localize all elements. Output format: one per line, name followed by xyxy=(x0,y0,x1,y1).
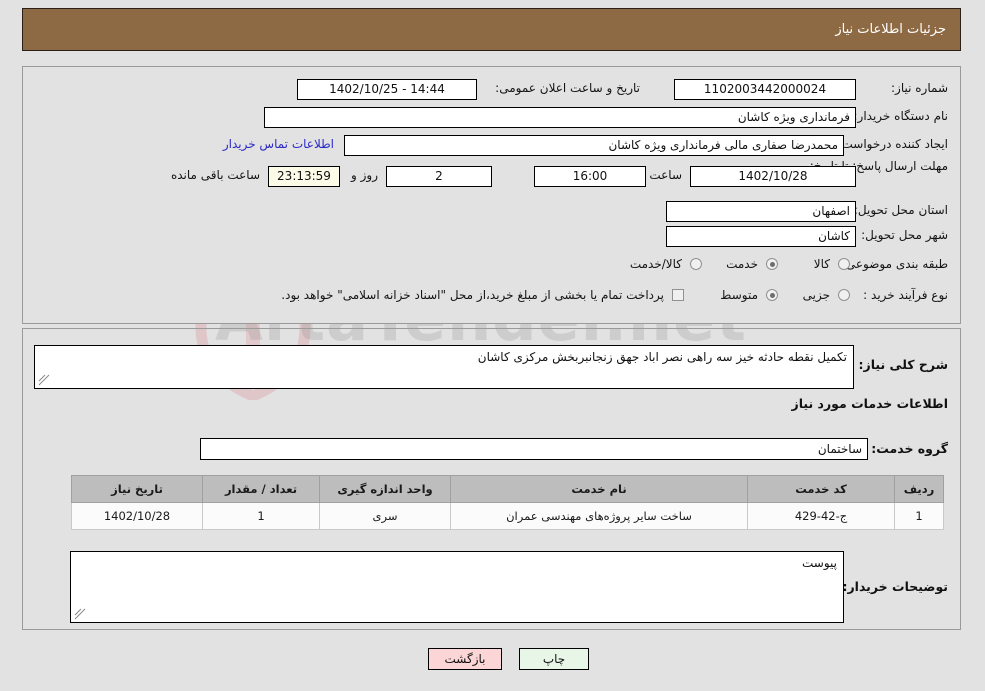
col-radif: ردیف xyxy=(894,475,944,503)
radio-category-khedmat[interactable] xyxy=(766,258,778,270)
announce-label-row: تاریخ و ساعت اعلان عمومی: xyxy=(495,81,640,95)
radio-category-khedmat-label: خدمت xyxy=(726,257,758,271)
deadline-hour-value[interactable]: 16:00 xyxy=(534,166,646,187)
province-value[interactable]: اصفهان xyxy=(666,201,856,222)
requirement-details-panel: شرح کلی نیاز: تکمیل نقطه حادثه خیز سه را… xyxy=(22,328,961,630)
process-label: نوع فرآیند خرید : xyxy=(863,288,948,302)
radio-category-kala-khedmat[interactable] xyxy=(690,258,702,270)
resize-grip-icon[interactable] xyxy=(74,608,86,620)
radio-category-kala[interactable] xyxy=(838,258,850,270)
buyer-notes-label: توضیحات خریدار: xyxy=(842,579,948,594)
deadline-date-value[interactable]: 1402/10/28 xyxy=(690,166,856,187)
cell-qty: 1 xyxy=(202,502,320,530)
radio-category-kala-khedmat-label: کالا/خدمت xyxy=(629,257,682,271)
deadline-hour-label: ساعت xyxy=(649,168,682,182)
cell-name: ساخت سایر پروژه‌های مهندسی عمران xyxy=(450,502,748,530)
description-value: تکمیل نقطه حادثه خیز سه راهی نصر اباد جه… xyxy=(477,350,847,364)
services-heading: اطلاعات خدمات مورد نیاز xyxy=(791,396,949,411)
col-unit: واحد اندازه گیری xyxy=(319,475,451,503)
category-label: طبقه بندی موضوعی: xyxy=(841,257,948,271)
city-value[interactable]: کاشان xyxy=(666,226,856,247)
cell-radif: 1 xyxy=(894,502,944,530)
buyer-org-value[interactable]: فرمانداری ویژه کاشان xyxy=(264,107,856,128)
remaining-suffix-label: ساعت باقی مانده xyxy=(170,168,260,182)
treasury-docs-checkbox[interactable] xyxy=(672,289,684,301)
buyer-notes-textarea[interactable]: پیوست xyxy=(70,551,844,623)
buyer-notes-value: پیوست xyxy=(802,556,837,570)
radio-process-jozei-label: جزیی xyxy=(802,288,830,302)
city-row: شهر محل تحویل: xyxy=(861,228,948,242)
province-row: استان محل تحویل: xyxy=(854,203,948,217)
col-date: تاریخ نیاز xyxy=(71,475,203,503)
services-table: ردیف کد خدمت نام خدمت واحد اندازه گیری ت… xyxy=(71,475,944,530)
need-number-row: شماره نیاز: xyxy=(891,81,948,95)
need-number-label: شماره نیاز: xyxy=(891,81,948,95)
radio-process-motavaset-label: متوسط xyxy=(720,288,758,302)
need-number-value[interactable]: 1102003442000024 xyxy=(674,79,856,100)
province-label: استان محل تحویل: xyxy=(853,203,948,217)
description-textarea[interactable]: تکمیل نقطه حادثه خیز سه راهی نصر اباد جه… xyxy=(34,345,854,389)
page-title: جزئیات اطلاعات نیاز xyxy=(835,22,946,37)
remaining-days-value[interactable]: 2 xyxy=(386,166,492,187)
page-header: جزئیات اطلاعات نیاز xyxy=(22,8,961,51)
cell-code: ج-42-429 xyxy=(747,502,895,530)
col-qty: تعداد / مقدار xyxy=(202,475,320,503)
description-label: شرح کلی نیاز: xyxy=(858,357,948,372)
need-info-panel: شماره نیاز: 1102003442000024 تاریخ و ساع… xyxy=(22,66,961,324)
buyer-org-row: نام دستگاه خریدار: xyxy=(854,109,949,123)
col-code: کد خدمت xyxy=(747,475,895,503)
col-name: نام خدمت xyxy=(450,475,748,503)
announce-datetime-label: تاریخ و ساعت اعلان عمومی: xyxy=(495,81,640,95)
requester-value[interactable]: محمدرضا صفاری مالی فرمانداری ویژه کاشان xyxy=(344,135,844,156)
cell-date: 1402/10/28 xyxy=(71,502,203,530)
buyer-org-label: نام دستگاه خریدار: xyxy=(853,109,949,123)
service-group-value[interactable]: ساختمان xyxy=(200,438,868,460)
treasury-docs-note: پرداخت تمام یا بخشی از مبلغ خرید،از محل … xyxy=(281,288,664,302)
city-label: شهر محل تحویل: xyxy=(861,228,948,242)
resize-grip-icon[interactable] xyxy=(38,374,50,386)
buyer-contact-link[interactable]: اطلاعات تماس خریدار xyxy=(223,137,334,151)
print-button[interactable]: چاپ xyxy=(519,648,589,670)
radio-process-jozei[interactable] xyxy=(838,289,850,301)
radio-category-kala-label: کالا xyxy=(813,257,830,271)
requester-label: ایجاد کننده درخواست: xyxy=(837,137,948,151)
cell-unit: سری xyxy=(319,502,451,530)
requester-row: ایجاد کننده درخواست: xyxy=(837,137,948,151)
remaining-days-label: روز و xyxy=(351,168,378,182)
countdown-timer: 23:13:59 xyxy=(268,166,340,187)
back-button[interactable]: بازگشت xyxy=(428,648,502,670)
table-header-row: ردیف کد خدمت نام خدمت واحد اندازه گیری ت… xyxy=(71,475,944,503)
table-row[interactable]: 1 ج-42-429 ساخت سایر پروژه‌های مهندسی عم… xyxy=(71,502,944,530)
service-group-label: گروه خدمت: xyxy=(871,441,948,456)
announce-datetime-value[interactable]: 14:44 - 1402/10/25 xyxy=(297,79,477,100)
radio-process-motavaset[interactable] xyxy=(766,289,778,301)
